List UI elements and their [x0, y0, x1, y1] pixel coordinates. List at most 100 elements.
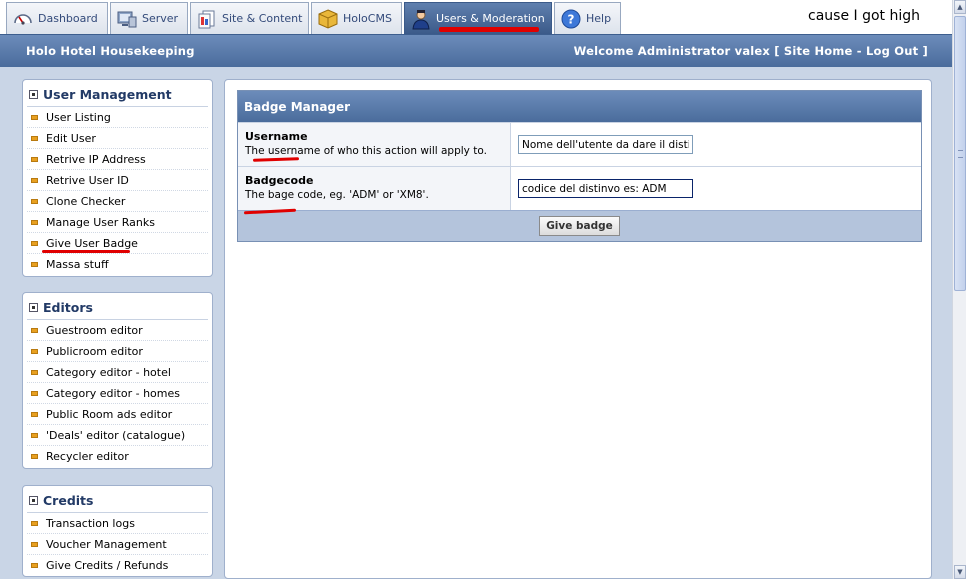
- bullet-icon: [31, 348, 38, 354]
- bullet-icon: [31, 454, 38, 459]
- editors-panel: Editors Guestroom editor Publicroom edit…: [22, 292, 213, 469]
- bullet-icon: [31, 369, 38, 375]
- site-home-link[interactable]: Site Home: [784, 44, 853, 58]
- sidebar-item-retrive-user-id[interactable]: Retrive User ID: [27, 170, 208, 191]
- svg-text:?: ?: [568, 12, 575, 26]
- sidebar-item-category-editor-homes[interactable]: Category editor - homes: [27, 383, 208, 404]
- server-icon: [116, 8, 138, 30]
- bullet-icon: [31, 135, 38, 141]
- bullet-icon: [31, 390, 38, 396]
- sidebar-item-label: Voucher Management: [46, 537, 167, 551]
- welcome-text: Welcome Administrator valex [: [573, 44, 780, 58]
- badgecode-value-cell: [511, 167, 921, 210]
- sidebar-item-guestroom-editor[interactable]: Guestroom editor: [27, 320, 208, 341]
- bullet-icon: [31, 541, 38, 547]
- sidebar-item-massa-stuff[interactable]: Massa stuff: [27, 254, 208, 275]
- tab-dashboard-label: Dashboard: [38, 12, 98, 25]
- sidebar-item-voucher-management[interactable]: Voucher Management: [27, 534, 208, 555]
- bullet-icon: [31, 198, 38, 204]
- editors-heading: Editors: [27, 296, 208, 320]
- editors-title: Editors: [43, 300, 93, 315]
- bullet-icon: [31, 219, 38, 225]
- tab-help[interactable]: ? Help: [554, 2, 621, 34]
- user-management-title: User Management: [43, 87, 172, 102]
- sidebar-item-label: 'Deals' editor (catalogue): [46, 428, 186, 442]
- username-input[interactable]: [518, 135, 693, 154]
- sidebar-item-label: Manage User Ranks: [46, 215, 155, 229]
- sidebar-item-label: Clone Checker: [46, 194, 126, 208]
- user-icon: [410, 8, 432, 30]
- badgecode-row: Badgecode The bage code, eg. 'ADM' or 'X…: [238, 166, 921, 210]
- link-separator: -: [856, 44, 862, 58]
- sidebar-item-label: Massa stuff: [46, 258, 109, 271]
- tagline-text: cause I got high: [808, 8, 920, 24]
- user-management-panel: User Management User Listing Edit User R…: [22, 79, 213, 277]
- badgecode-label: Badgecode: [245, 174, 314, 187]
- username-description: The username of who this action will app…: [245, 145, 487, 157]
- sidebar-item-clone-checker[interactable]: Clone Checker: [27, 191, 208, 212]
- bullet-icon: [31, 327, 38, 333]
- sidebar-item-label: Edit User: [46, 131, 96, 145]
- sidebar-item-deals-editor[interactable]: 'Deals' editor (catalogue): [27, 425, 208, 446]
- sidebar-item-label: Retrive User ID: [46, 173, 129, 187]
- panel-toggle-icon[interactable]: [29, 90, 38, 99]
- badge-manager-form: Badge Manager Username The username of w…: [237, 90, 922, 242]
- tab-site-content[interactable]: Site & Content: [190, 2, 309, 34]
- scroll-down-arrow-icon[interactable]: ▼: [954, 565, 966, 579]
- tab-dashboard[interactable]: Dashboard: [6, 2, 108, 34]
- scroll-up-arrow-icon[interactable]: ▲: [954, 0, 966, 14]
- bullet-icon: [31, 563, 38, 568]
- sidebar-item-edit-user[interactable]: Edit User: [27, 128, 208, 149]
- sidebar-item-label: Give User Badge: [46, 236, 138, 250]
- bullet-icon: [31, 411, 38, 417]
- log-out-link[interactable]: Log Out: [866, 44, 918, 58]
- form-footer: Give badge: [238, 210, 921, 241]
- tab-server-label: Server: [142, 12, 179, 25]
- sidebar-item-user-listing[interactable]: User Listing: [27, 107, 208, 128]
- tab-help-label: Help: [586, 12, 612, 25]
- scrollbar-thumb[interactable]: [954, 16, 966, 291]
- site-title: Holo Hotel Housekeeping: [26, 44, 195, 58]
- bullet-icon: [31, 177, 38, 183]
- annotation-underline-give-badge: [42, 250, 130, 253]
- bullet-icon: [31, 262, 38, 267]
- welcome-close-bracket: ]: [922, 44, 928, 58]
- sidebar-item-recycler-editor[interactable]: Recycler editor: [27, 446, 208, 467]
- badgecode-description: The bage code, eg. 'ADM' or 'XM8'.: [245, 189, 429, 201]
- sidebar-item-label: Retrive IP Address: [46, 152, 146, 166]
- sidebar-item-label: Publicroom editor: [46, 344, 143, 358]
- credits-title: Credits: [43, 493, 94, 508]
- tab-users-moderation-label: Users & Moderation: [436, 12, 545, 25]
- help-icon: ?: [560, 8, 582, 30]
- sidebar-item-label: Recycler editor: [46, 450, 129, 463]
- vertical-scrollbar[interactable]: ▲ ▼: [952, 0, 966, 579]
- tab-holocms-label: HoloCMS: [343, 12, 392, 25]
- panel-toggle-icon[interactable]: [29, 303, 38, 312]
- user-management-heading: User Management: [27, 83, 208, 107]
- sidebar-item-manage-user-ranks[interactable]: Manage User Ranks: [27, 212, 208, 233]
- sidebar-item-label: Give Credits / Refunds: [46, 559, 169, 572]
- tab-site-content-label: Site & Content: [222, 12, 303, 25]
- tab-holocms[interactable]: HoloCMS: [311, 2, 402, 34]
- bullet-icon: [31, 114, 38, 120]
- pages-icon: [196, 8, 218, 30]
- tab-server[interactable]: Server: [110, 2, 188, 34]
- welcome-bar: Welcome Administrator valex [ Site Home …: [574, 44, 928, 58]
- bullet-icon: [31, 240, 38, 246]
- sidebar-item-retrive-ip-address[interactable]: Retrive IP Address: [27, 149, 208, 170]
- panel-toggle-icon[interactable]: [29, 496, 38, 505]
- sidebar-item-label: Category editor - hotel: [46, 365, 171, 379]
- sidebar-item-give-credits-refunds[interactable]: Give Credits / Refunds: [27, 555, 208, 576]
- sidebar-item-label: Transaction logs: [46, 516, 135, 530]
- sidebar-item-label: Guestroom editor: [46, 323, 143, 337]
- credits-heading: Credits: [27, 489, 208, 513]
- give-badge-button[interactable]: Give badge: [539, 216, 620, 236]
- sidebar-item-public-room-ads-editor[interactable]: Public Room ads editor: [27, 404, 208, 425]
- sidebar-item-publicroom-editor[interactable]: Publicroom editor: [27, 341, 208, 362]
- credits-panel: Credits Transaction logs Voucher Managem…: [22, 485, 213, 577]
- badgecode-input[interactable]: [518, 179, 693, 198]
- sidebar-item-transaction-logs[interactable]: Transaction logs: [27, 513, 208, 534]
- sidebar-item-category-editor-hotel[interactable]: Category editor - hotel: [27, 362, 208, 383]
- username-row: Username The username of who this action…: [238, 122, 921, 166]
- main-panel: Badge Manager Username The username of w…: [224, 79, 932, 579]
